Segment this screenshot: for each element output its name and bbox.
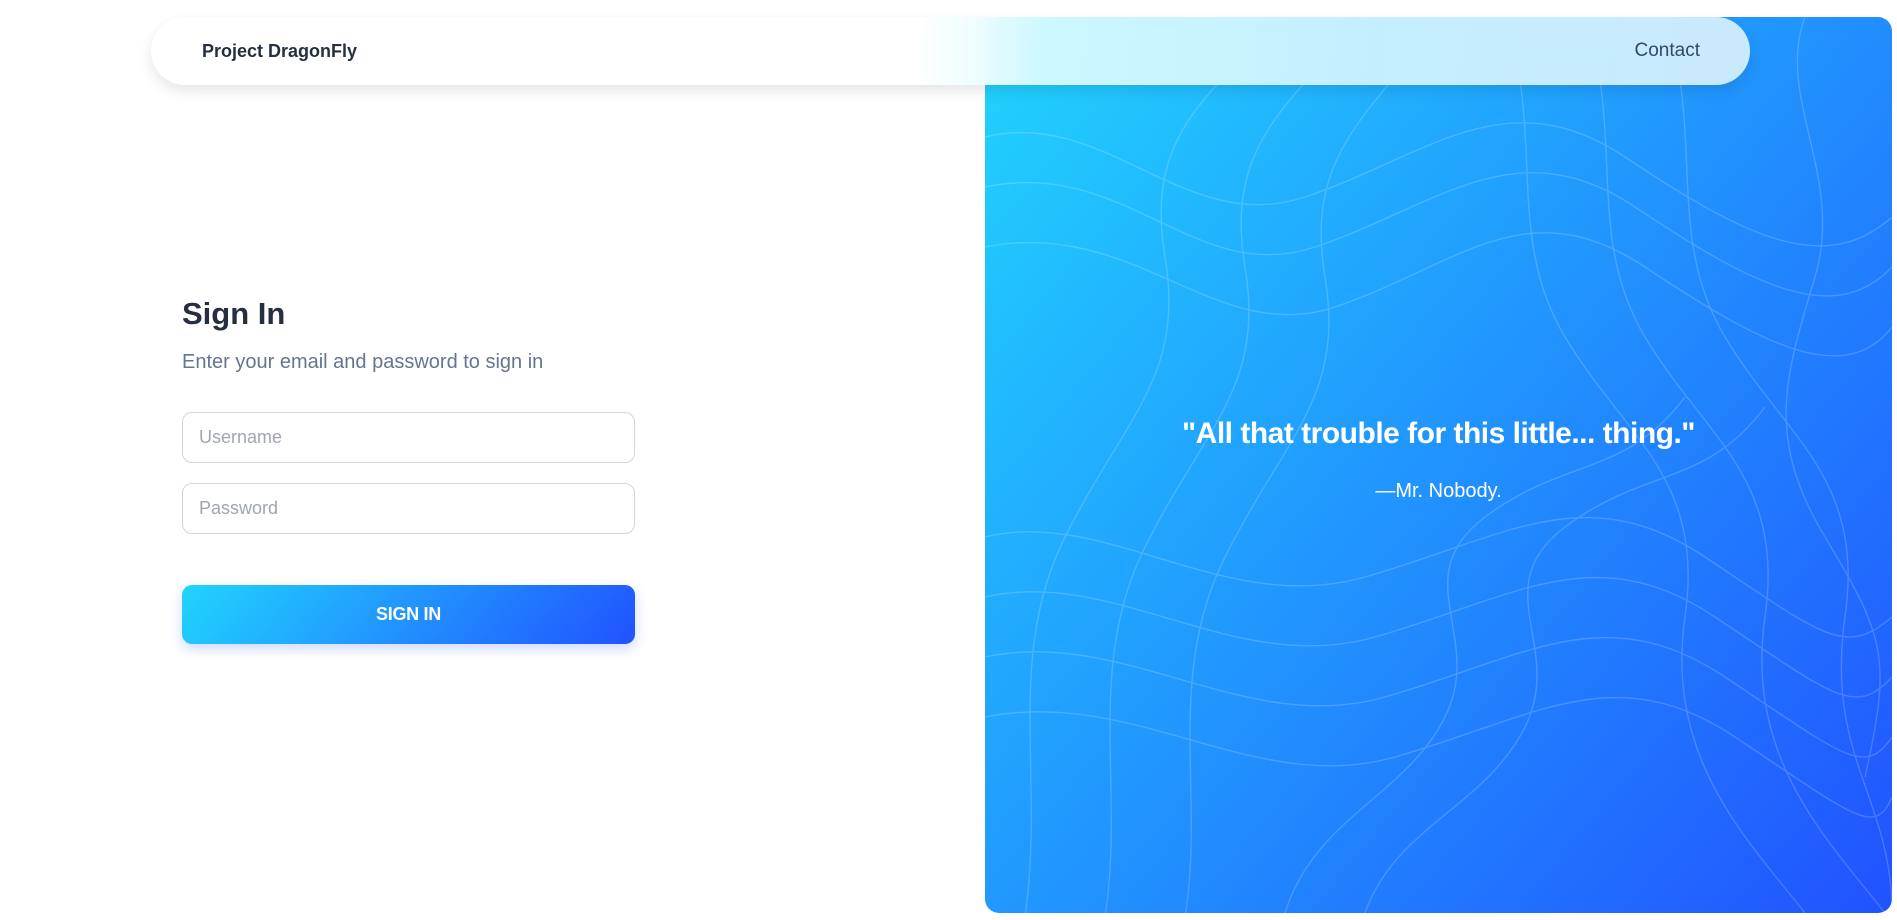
password-input[interactable] xyxy=(182,483,635,534)
hero-panel: "All that trouble for this little... thi… xyxy=(985,17,1892,913)
hero-quote: "All that trouble for this little... thi… xyxy=(1181,417,1696,450)
username-input[interactable] xyxy=(182,412,635,463)
sign-in-title: Sign In xyxy=(182,296,286,331)
brand-link[interactable]: Project DragonFly xyxy=(202,41,357,62)
contact-link[interactable]: Contact xyxy=(1635,40,1700,62)
sign-in-button[interactable]: SIGN IN xyxy=(182,585,635,644)
topographic-pattern xyxy=(985,17,1892,913)
hero-quote-author: —Mr. Nobody. xyxy=(1375,480,1502,502)
sign-in-form: Sign In Enter your email and password to… xyxy=(182,294,635,644)
sign-in-page: "All that trouble for this little... thi… xyxy=(0,0,1897,920)
top-navbar: Project DragonFly Contact xyxy=(151,17,1750,85)
sign-in-subtitle: Enter your email and password to sign in xyxy=(182,351,544,373)
